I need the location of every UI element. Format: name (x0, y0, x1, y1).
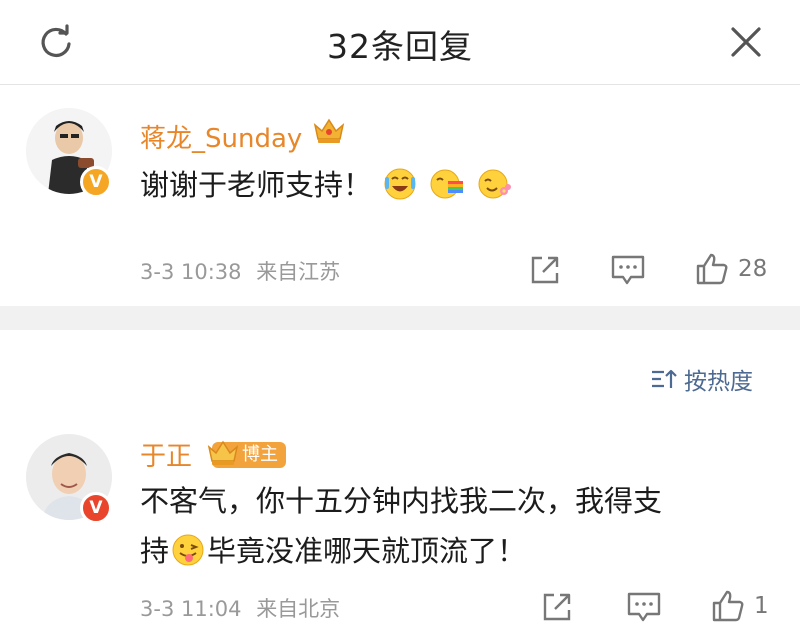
comment-icon (627, 592, 661, 622)
like-count: 28 (738, 256, 768, 282)
page-title: 32条回复 (327, 27, 473, 66)
comment-username[interactable]: 蒋龙_Sunday (140, 118, 302, 155)
share-icon (531, 256, 559, 284)
thumbs-up-icon (712, 590, 744, 622)
tongue-out-emoji-icon (171, 532, 205, 566)
vip-crown-icon (312, 116, 346, 146)
comment-time: 3-3 11:04 (140, 597, 242, 621)
thumbs-up-icon (696, 253, 728, 285)
verified-badge: V (80, 166, 112, 198)
comment-text-content: 谢谢于老师支持！ (140, 168, 373, 202)
vip-crown-icon (206, 438, 240, 468)
reply-button[interactable] (610, 252, 646, 288)
rainbow-emoji-icon (430, 166, 464, 200)
section-divider (0, 306, 800, 330)
like-button[interactable]: 28 (694, 251, 767, 287)
comment-meta: 3-3 10:38 来自江苏 (140, 256, 340, 286)
close-icon[interactable] (726, 22, 766, 62)
share-icon (543, 593, 571, 621)
reply-button[interactable] (626, 589, 662, 625)
comment-username[interactable]: 于正 (140, 436, 192, 473)
sort-icon (652, 369, 677, 388)
header-bar: 32条回复 (0, 0, 800, 85)
comment-meta: 3-3 11:04 来自北京 (140, 593, 340, 623)
share-button[interactable] (540, 589, 574, 625)
verified-badge: V (80, 492, 112, 524)
laugh-cry-emoji-icon (383, 166, 417, 200)
comment-time: 3-3 10:38 (140, 260, 242, 284)
flower-emoji-icon (478, 166, 512, 200)
comment-text-part: 持 (140, 534, 170, 568)
comment-text-part: 毕竟没准哪天就顶流了！ (207, 534, 527, 568)
comment-icon (611, 255, 645, 285)
comment-location: 来自江苏 (256, 260, 341, 284)
comment-location: 来自北京 (256, 597, 341, 621)
share-button[interactable] (528, 252, 562, 288)
comment-text-line: 不客气，你十五分钟内找我二次，我得支 (140, 484, 663, 518)
comment-text: 不客气，你十五分钟内找我二次，我得支 持 毕竟没准哪天就顶流了！ (140, 476, 780, 576)
sort-by-hot-button[interactable]: 按热度 (650, 362, 753, 396)
like-button[interactable]: 1 (710, 588, 769, 624)
comment-text-line: 持 毕竟没准哪天就顶流了！ (140, 526, 780, 576)
sort-label: 按热度 (684, 369, 753, 395)
comment-text: 谢谢于老师支持！ (140, 160, 514, 210)
like-count: 1 (754, 593, 769, 619)
